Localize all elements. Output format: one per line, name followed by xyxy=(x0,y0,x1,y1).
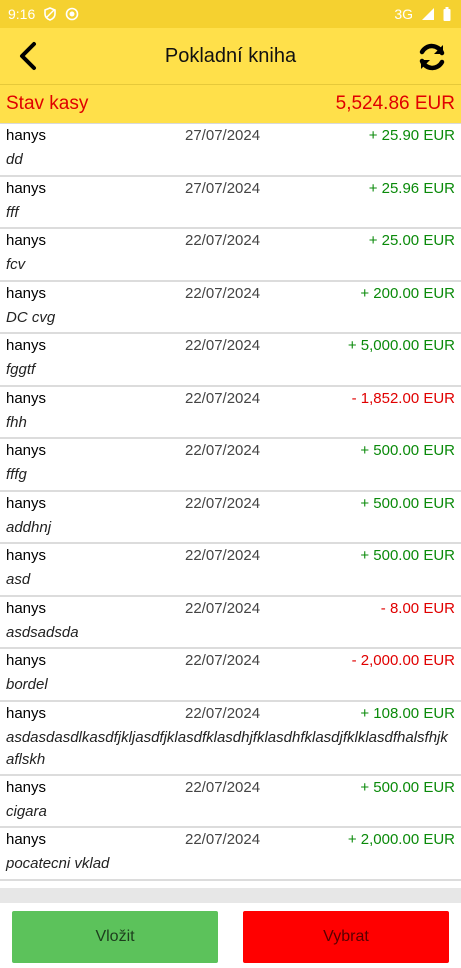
transaction-note: dd xyxy=(6,151,23,168)
transaction-date: 22/07/2024 xyxy=(185,547,261,564)
transaction-amount: + 25.90 EUR xyxy=(368,127,455,144)
transaction-date: 22/07/2024 xyxy=(185,831,261,848)
transaction-note: fcv xyxy=(6,256,26,273)
transaction-date: 22/07/2024 xyxy=(185,337,261,354)
transaction-row[interactable]: hanys 22/07/2024 + 25.00 EUR fcv xyxy=(0,229,461,282)
balance-value: 5,524.86 EUR xyxy=(335,93,455,114)
transaction-user: hanys xyxy=(6,179,47,197)
transaction-row[interactable]: hanys 22/07/2024 + 108.00 EUR asdasdasdlkas… xyxy=(0,702,461,776)
transaction-date: 22/07/2024 xyxy=(185,652,261,669)
transaction-note: DC cvg xyxy=(6,308,56,326)
signal-icon xyxy=(421,7,435,21)
transaction-amount: + 108.00 EUR xyxy=(360,704,455,722)
transaction-amount: + 500.00 EUR xyxy=(360,778,455,796)
transaction-user: hanys xyxy=(6,831,47,848)
transaction-date: 27/07/2024 xyxy=(185,127,261,144)
transaction-note: bordel xyxy=(6,676,48,693)
transaction-note: fggtf xyxy=(6,361,36,378)
transaction-note: asd xyxy=(6,571,31,588)
transaction-user: hanys xyxy=(6,494,47,512)
transaction-amount: + 500.00 EUR xyxy=(360,494,455,512)
transaction-date: 22/07/2024 xyxy=(185,389,261,407)
transaction-user: hanys xyxy=(6,652,47,669)
transaction-row[interactable]: hanys 22/07/2024 + 5,000.00 EUR fggtf xyxy=(0,334,461,387)
transaction-amount: + 25.00 EUR xyxy=(368,232,455,249)
transaction-note: fffg xyxy=(6,466,27,483)
transaction-row[interactable]: hanys 27/07/2024 + 25.90 EUR dd xyxy=(0,124,461,177)
transaction-user: hanys xyxy=(6,389,47,407)
transaction-list[interactable]: hanys 27/07/2024 + 25.90 EUR dd hanys 27/07/2… xyxy=(0,124,461,881)
transaction-amount: + 5,000.00 EUR xyxy=(347,337,455,354)
transaction-note: addhnj xyxy=(6,518,52,536)
transaction-user: hanys xyxy=(6,284,47,302)
transaction-user: hanys xyxy=(6,704,47,722)
refresh-icon[interactable] xyxy=(415,40,449,74)
withdraw-button[interactable]: Vybrat xyxy=(243,911,449,963)
transaction-user: hanys xyxy=(6,337,47,354)
transaction-user: hanys xyxy=(6,778,47,796)
transaction-date: 22/07/2024 xyxy=(185,778,261,796)
transaction-note: asdasdasdlkasdfjkljasdfjklasdfklasdhjfkl… xyxy=(6,728,448,768)
transaction-date: 22/07/2024 xyxy=(185,232,261,249)
transaction-amount: - 1,852.00 EUR xyxy=(351,389,455,407)
transaction-row[interactable]: hanys 22/07/2024 + 500.00 EUR fffg xyxy=(0,439,461,492)
transaction-amount: + 500.00 EUR xyxy=(360,442,455,459)
transaction-amount: - 8.00 EUR xyxy=(380,599,455,617)
transaction-row[interactable]: hanys 22/07/2024 + 200.00 EUR DC cvg xyxy=(0,282,461,334)
transaction-note: cigara xyxy=(6,802,47,820)
cash-balance: Stav kasy 5,524.86 EUR xyxy=(0,85,461,124)
page-title: Pokladní kniha xyxy=(164,44,297,67)
transaction-date: 22/07/2024 xyxy=(185,284,261,302)
transaction-amount: + 500.00 EUR xyxy=(360,547,455,564)
record-icon xyxy=(65,7,79,21)
list-end-spacer xyxy=(0,888,461,903)
transaction-amount: + 2,000.00 EUR xyxy=(347,831,455,848)
deposit-button[interactable]: Vložit xyxy=(12,911,218,963)
transaction-note: fhh xyxy=(6,413,27,431)
transaction-user: hanys xyxy=(6,599,47,617)
transaction-note: fff xyxy=(6,203,19,221)
transaction-date: 22/07/2024 xyxy=(185,599,261,617)
transaction-user: hanys xyxy=(6,127,47,144)
transaction-row[interactable]: hanys 27/07/2024 + 25.96 EUR fff xyxy=(0,177,461,229)
transaction-amount: - 2,000.00 EUR xyxy=(351,652,455,669)
status-bar: 9:16 3G xyxy=(0,0,461,28)
transaction-row[interactable]: hanys 22/07/2024 - 8.00 EUR asdsadsda xyxy=(0,597,461,649)
transaction-date: 22/07/2024 xyxy=(185,494,261,512)
vpn-shield-icon xyxy=(43,7,57,21)
action-bar: Vložit Vybrat xyxy=(0,903,461,968)
network-type: 3G xyxy=(394,6,413,22)
transaction-user: hanys xyxy=(6,232,47,249)
transaction-note: pocatecni vklad xyxy=(6,855,110,872)
transaction-user: hanys xyxy=(6,547,47,564)
transaction-date: 27/07/2024 xyxy=(185,179,261,197)
transaction-user: hanys xyxy=(6,442,47,459)
transaction-amount: + 25.96 EUR xyxy=(368,179,455,197)
transaction-row[interactable]: hanys 22/07/2024 - 1,852.00 EUR fhh xyxy=(0,387,461,439)
transaction-row[interactable]: hanys 22/07/2024 + 500.00 EUR cigara xyxy=(0,776,461,828)
transaction-row[interactable]: hanys 22/07/2024 + 2,000.00 EUR pocatecni v… xyxy=(0,828,461,881)
transaction-row[interactable]: hanys 22/07/2024 - 2,000.00 EUR bordel xyxy=(0,649,461,702)
transaction-amount: + 200.00 EUR xyxy=(360,284,455,302)
transaction-row[interactable]: hanys 22/07/2024 + 500.00 EUR asd xyxy=(0,544,461,597)
transaction-note: asdsadsda xyxy=(6,623,79,641)
battery-icon xyxy=(443,7,451,21)
status-time: 9:16 xyxy=(8,6,36,22)
app-bar: Pokladní kniha xyxy=(0,28,461,85)
balance-label: Stav kasy xyxy=(6,93,89,114)
transaction-date: 22/07/2024 xyxy=(185,442,261,459)
transaction-row[interactable]: hanys 22/07/2024 + 500.00 EUR addhnj xyxy=(0,492,461,544)
arrow-back-icon[interactable] xyxy=(12,40,44,72)
transaction-date: 22/07/2024 xyxy=(185,704,261,722)
